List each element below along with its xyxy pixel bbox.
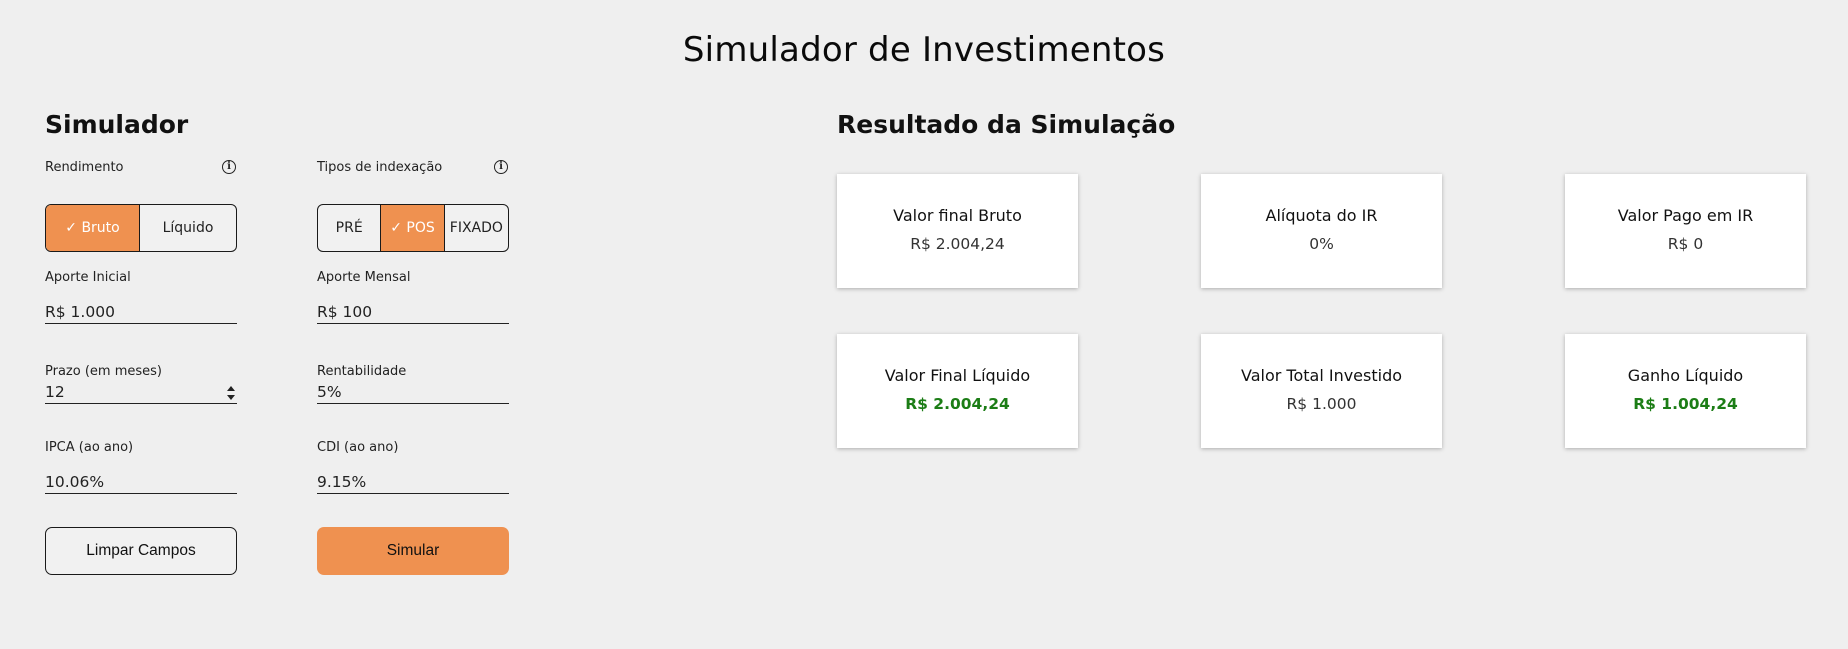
aporte-inicial-value: R$ 1.000 [45,303,115,321]
card-value: R$ 2.004,24 [905,395,1010,413]
rendimento-toggle: ✓ Bruto Líquido [45,204,237,252]
card-value: R$ 1.004,24 [1633,395,1738,413]
aporte-mensal-label: Aporte Mensal [317,270,411,285]
result-card-valor-total-investido: Valor Total Investido R$ 1.000 [1201,334,1442,448]
result-card-valor-final-bruto: Valor final Bruto R$ 2.004,24 [837,174,1078,288]
cdi-input[interactable]: 9.15% [317,470,509,494]
indexacao-option-pos[interactable]: ✓ POS [381,205,445,251]
card-label: Alíquota do IR [1265,206,1378,225]
ipca-label: IPCA (ao ano) [45,440,134,455]
rendimento-label: Rendimento [45,160,124,175]
aporte-inicial-input[interactable]: R$ 1.000 [45,300,237,324]
simulator-title: Simulador [45,110,189,139]
ipca-input[interactable]: 10.06% [45,470,237,494]
result-card-valor-pago-ir: Valor Pago em IR R$ 0 [1565,174,1806,288]
page-title: Simulador de Investimentos [682,30,1166,70]
rentabilidade-input[interactable]: 5% [317,380,509,404]
page: Simulador de Investimentos Simulador Ren… [0,0,1848,649]
cdi-value: 9.15% [317,473,367,491]
simulate-button[interactable]: Simular [317,527,509,575]
aporte-mensal-input[interactable]: R$ 100 [317,300,509,324]
rendimento-option-bruto[interactable]: ✓ Bruto [46,205,141,251]
info-icon[interactable]: i [494,160,508,174]
rendimento-option-liquido[interactable]: Líquido [140,205,236,251]
aporte-mensal-value: R$ 100 [317,303,373,321]
number-stepper-icon[interactable] [227,386,235,400]
indexacao-toggle: PRÉ ✓ POS FIXADO [317,204,509,252]
card-value: R$ 1.000 [1286,395,1357,413]
rentabilidade-label: Rentabilidade [317,364,407,379]
indexacao-option-pre[interactable]: PRÉ [318,205,382,251]
ipca-value: 10.06% [45,473,105,491]
result-card-ganho-liquido: Ganho Líquido R$ 1.004,24 [1565,334,1806,448]
card-value: R$ 2.004,24 [910,235,1005,253]
indexacao-label: Tipos de indexação [317,160,443,175]
results-title: Resultado da Simulação [837,110,1176,139]
info-icon[interactable]: i [222,160,236,174]
prazo-input[interactable]: 12 [45,380,237,404]
card-label: Valor final Bruto [893,206,1022,225]
result-card-valor-final-liquido: Valor Final Líquido R$ 2.004,24 [837,334,1078,448]
card-label: Valor Final Líquido [884,366,1031,385]
card-value: 0% [1309,235,1334,253]
aporte-inicial-label: Aporte Inicial [45,270,131,285]
card-value: R$ 0 [1667,235,1704,253]
result-card-aliquota-ir: Alíquota do IR 0% [1201,174,1442,288]
rentabilidade-value: 5% [317,383,342,401]
prazo-label: Prazo (em meses) [45,364,162,379]
prazo-value: 12 [45,383,65,401]
clear-fields-button[interactable]: Limpar Campos [45,527,237,575]
cdi-label: CDI (ao ano) [317,440,399,455]
indexacao-option-fixado[interactable]: FIXADO [445,205,508,251]
card-label: Valor Pago em IR [1617,206,1754,225]
card-label: Ganho Líquido [1627,366,1744,385]
card-label: Valor Total Investido [1240,366,1403,385]
